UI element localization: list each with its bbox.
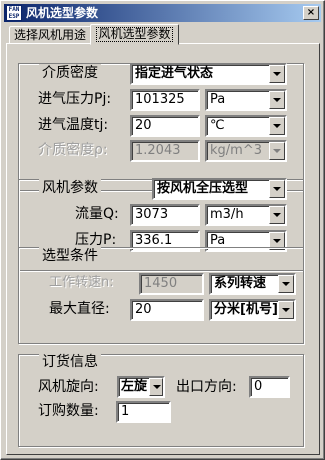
density-mode-value: 指定进气状态 xyxy=(135,66,214,81)
flow-label: 流量Q: xyxy=(75,206,119,222)
medium-density-unit: kg/m^3 xyxy=(210,143,262,158)
flow-input[interactable]: 3073 xyxy=(130,204,200,226)
inlet-temperature-label: 进气温度tj: xyxy=(38,117,109,133)
title-bar[interactable]: FAN ESP 风机选型参数 × xyxy=(4,4,321,22)
chevron-down-icon[interactable] xyxy=(149,378,163,396)
inlet-pressure-unit: Pa xyxy=(210,92,226,107)
outlet-direction-label: 出口方向: xyxy=(176,379,237,395)
chevron-down-icon[interactable] xyxy=(278,275,294,293)
group-title-fan-params: 风机参数 xyxy=(39,179,101,197)
rotation-select[interactable]: 左旋 xyxy=(117,376,165,398)
max-diameter-label: 最大直径: xyxy=(49,301,110,317)
tab-panel: 介质密度 指定进气状态 进气压力Pj: 101325 Pa 进气温度tj: 20… xyxy=(6,43,320,455)
rotation-value: 左旋 xyxy=(121,379,148,394)
pressure-unit: Pa xyxy=(210,233,226,248)
max-diameter-input[interactable]: 20 xyxy=(130,299,204,321)
chevron-down-icon xyxy=(269,142,285,160)
rotation-label: 风机旋向: xyxy=(38,379,99,395)
tab-label: 风机选型参数 xyxy=(96,27,173,42)
chevron-down-icon[interactable] xyxy=(269,117,285,135)
order-quantity-label: 订购数量: xyxy=(38,403,99,419)
inlet-pressure-label: 进气压力Pj: xyxy=(38,91,112,107)
fan-selection-mode-select[interactable]: 按风机全压选型 xyxy=(152,178,287,200)
speed-option-value: 系列转速 xyxy=(214,276,267,291)
inlet-temperature-unit-select[interactable]: ℃ xyxy=(205,115,287,137)
working-speed-label: 工作转速n: xyxy=(49,275,114,290)
close-button[interactable]: × xyxy=(303,6,319,20)
group-title-order-info: 订货信息 xyxy=(39,353,101,371)
chevron-down-icon[interactable] xyxy=(269,91,285,109)
chevron-down-icon[interactable] xyxy=(278,301,294,319)
medium-density-input: 1.2043 xyxy=(130,140,200,162)
inlet-temperature-input[interactable]: 20 xyxy=(130,115,200,137)
group-title-selection-conditions: 选型条件 xyxy=(39,247,101,265)
fan-selection-mode-value: 按风机全压选型 xyxy=(157,181,249,196)
window-title: 风机选型参数 xyxy=(26,6,99,20)
working-speed-input: 1450 xyxy=(139,273,204,295)
app-icon: FAN ESP xyxy=(6,5,22,21)
chevron-down-icon[interactable] xyxy=(269,65,285,83)
tab-fan-selection-params[interactable]: 风机选型参数 xyxy=(90,24,179,45)
order-quantity-input[interactable]: 1 xyxy=(116,401,171,423)
outlet-direction-input[interactable]: 0 xyxy=(249,376,290,398)
diameter-unit-value: 分米[机号] xyxy=(214,302,278,317)
inlet-pressure-unit-select[interactable]: Pa xyxy=(205,89,287,111)
flow-unit-select[interactable]: m3/h xyxy=(205,204,287,226)
chevron-down-icon[interactable] xyxy=(269,206,285,224)
medium-density-label: 介质密度ρ: xyxy=(38,142,108,158)
medium-density-unit-select: kg/m^3 xyxy=(205,140,287,162)
inlet-temperature-unit: ℃ xyxy=(210,118,225,133)
flow-unit: m3/h xyxy=(210,207,244,222)
density-mode-select[interactable]: 指定进气状态 xyxy=(130,63,287,85)
group-title-medium-density: 介质密度 xyxy=(39,64,101,82)
chevron-down-icon[interactable] xyxy=(269,180,285,198)
speed-option-select[interactable]: 系列转速 xyxy=(209,273,296,295)
inlet-pressure-input[interactable]: 101325 xyxy=(130,89,200,111)
main-window: FAN ESP 风机选型参数 × 选择风机用途 风机选型参数 介质密度 指定进气… xyxy=(0,0,325,460)
diameter-unit-select[interactable]: 分米[机号] xyxy=(209,299,296,321)
